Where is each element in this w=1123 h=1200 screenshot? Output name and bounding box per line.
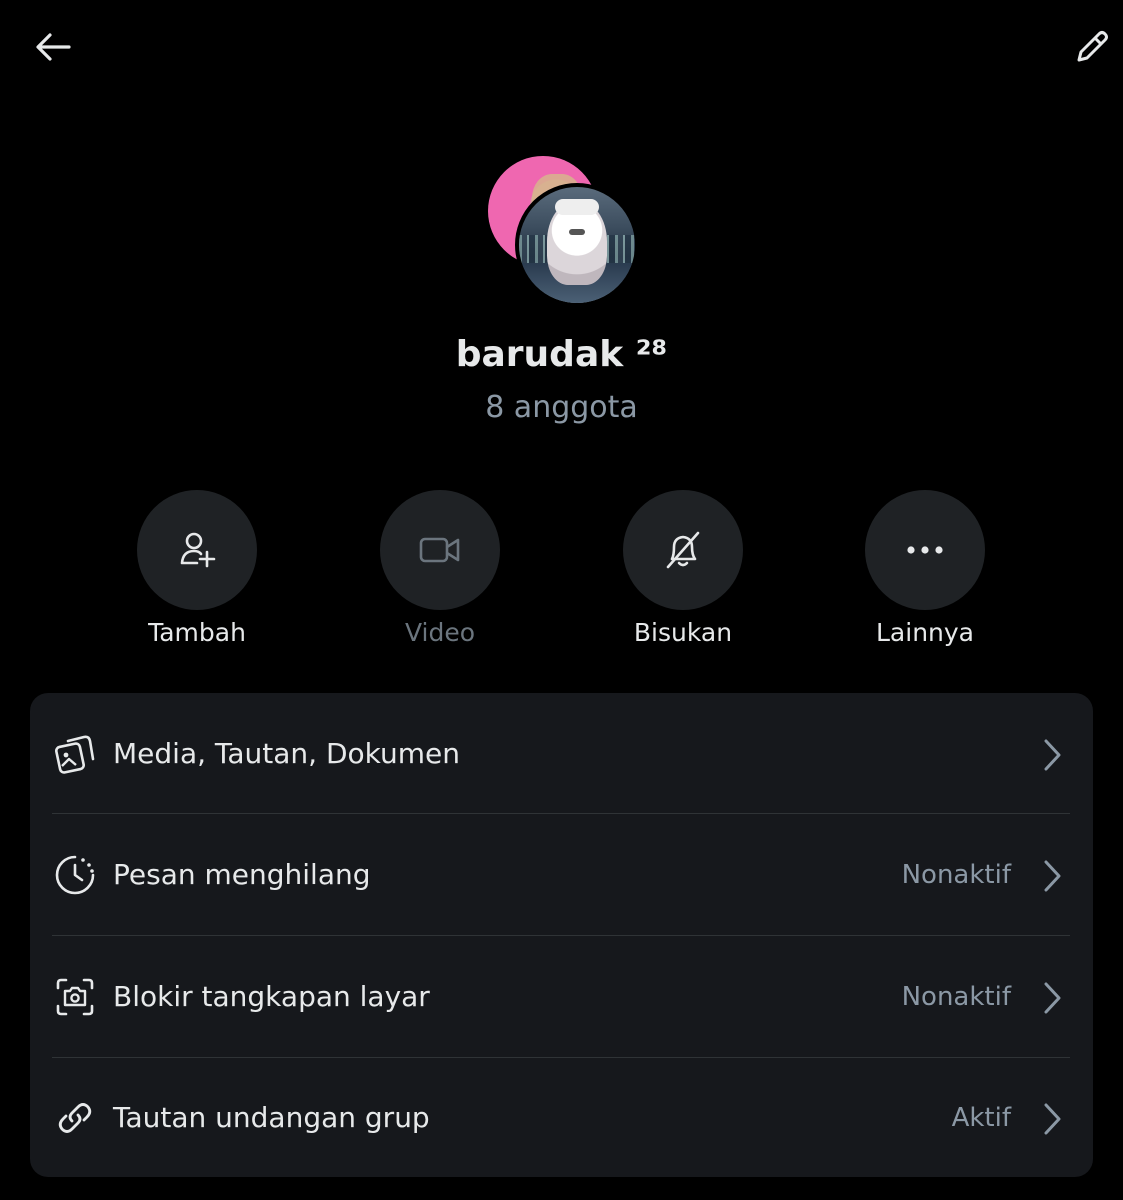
settings-row-label: Pesan menghilang (113, 858, 371, 891)
more-dots-icon (907, 546, 943, 554)
edit-button[interactable] (1068, 24, 1116, 70)
settings-list: Media, Tautan, Dokumen Pesan menghilang … (30, 693, 1093, 1177)
settings-row-label: Media, Tautan, Dokumen (113, 737, 460, 770)
mute-button[interactable]: Bisukan (583, 490, 783, 647)
chevron-right-icon (1037, 1101, 1067, 1137)
settings-row-disappearing-messages[interactable]: Pesan menghilang Nonaktif (30, 814, 1093, 935)
settings-row-status: Nonaktif (901, 982, 1011, 1012)
more-button[interactable]: Lainnya (825, 490, 1025, 647)
add-member-button[interactable]: Tambah (97, 490, 297, 647)
settings-row-status: Nonaktif (901, 860, 1011, 890)
action-label: Tambah (148, 618, 246, 647)
bell-off-icon (666, 531, 700, 569)
link-icon (54, 1097, 96, 1139)
settings-row-block-screenshots[interactable]: Blokir tangkapan layar Nonaktif (30, 936, 1093, 1057)
back-button[interactable] (30, 24, 76, 70)
chevron-right-icon (1037, 858, 1067, 894)
top-bar (0, 0, 1123, 100)
member-avatar-2 (515, 183, 639, 307)
settings-row-status: Aktif (951, 1103, 1011, 1133)
arrow-left-icon (36, 33, 71, 61)
group-member-count: 8 anggota (485, 390, 638, 425)
action-label: Video (404, 618, 476, 647)
action-label: Lainnya (876, 618, 974, 647)
video-camera-icon (419, 537, 460, 563)
settings-row-invite-link[interactable]: Tautan undangan grup Aktif (30, 1057, 1093, 1178)
settings-row-label: Tautan undangan grup (113, 1101, 430, 1134)
group-name: barudak ²⁸ (455, 334, 668, 375)
settings-row-media[interactable]: Media, Tautan, Dokumen (30, 693, 1093, 814)
group-avatar-stack[interactable] (488, 156, 639, 307)
timer-icon (54, 854, 96, 896)
pencil-icon (1077, 31, 1108, 62)
video-call-button[interactable]: Video (340, 490, 540, 647)
settings-row-label: Blokir tangkapan layar (113, 980, 430, 1013)
action-buttons: Tambah Video Bisukan Lainnya (0, 490, 1123, 660)
chevron-right-icon (1037, 980, 1067, 1016)
add-person-icon (180, 532, 216, 568)
screenshot-icon (54, 976, 96, 1018)
media-icon (54, 733, 96, 775)
chevron-right-icon (1037, 737, 1067, 773)
action-label: Bisukan (633, 618, 733, 647)
